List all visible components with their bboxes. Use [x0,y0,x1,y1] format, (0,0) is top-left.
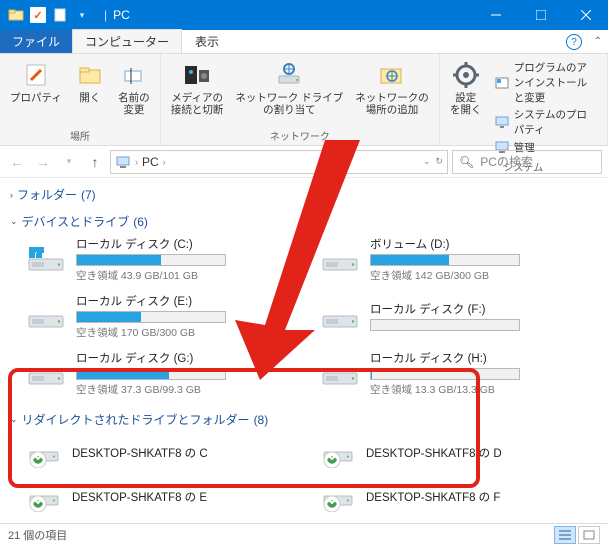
nav-up-button[interactable]: ↑ [84,151,106,173]
drive-name: ローカル ディスク (G:) [76,350,300,366]
drive-name: ローカル ディスク (C:) [76,236,300,252]
redirected-drive-name: DESKTOP-SHKATF8 の F [366,489,500,505]
redirected-drive-item[interactable]: DESKTOP-SHKATF8 の D [320,438,594,468]
drive-item[interactable]: ローカル ディスク (C:) 空き領域 43.9 GB/101 GB [26,236,300,283]
media-connect-button[interactable]: メディアの 接続と切断 [167,58,228,126]
open-settings-button[interactable]: 設定 を開く [446,58,486,118]
rename-button[interactable]: 名前の 変更 [114,58,154,126]
redirected-drive-name: DESKTOP-SHKATF8 の E [72,489,207,505]
chevron-down-icon: ⌄ [10,216,18,227]
tab-computer[interactable]: コンピューター [72,29,182,53]
redirected-drive-item[interactable]: DESKTOP-SHKATF8 の F [320,482,594,512]
redirected-drive-icon [26,482,62,512]
refresh-dropdown-icon[interactable]: ⌄ ↻ [423,156,443,167]
drive-name: ローカル ディスク (H:) [370,350,594,366]
group-network-label: ネットワーク [270,126,330,143]
group-devices[interactable]: ⌄ デバイスとドライブ (6) [8,207,600,234]
drive-free-space: 空き領域 170 GB/300 GB [76,325,300,340]
maximize-button[interactable] [518,0,563,30]
network-drive-button[interactable]: ネットワーク ドライブ の割り当て [231,58,347,126]
address-input[interactable]: › PC › ⌄ ↻ [110,150,448,174]
group-redirected[interactable]: ⌄ リダイレクトされたドライブとフォルダー (8) [8,405,600,432]
search-icon: 🔍︎ [459,155,474,169]
view-details-button[interactable] [554,526,576,544]
titlebar: ✓ ▾ | PC [0,0,608,30]
chevron-right-icon: › [10,190,13,200]
drive-icon [26,302,66,332]
drive-item[interactable]: ボリューム (D:) 空き領域 142 GB/300 GB [320,236,594,283]
minimize-button[interactable] [473,0,518,30]
qat-doc-icon[interactable] [52,7,68,23]
folder-icon [8,7,24,23]
uninstall-programs-button[interactable]: プログラムのアンインストールと変更 [494,60,597,105]
tab-view[interactable]: 表示 [182,29,232,53]
view-icons-button[interactable] [578,526,600,544]
drive-item[interactable]: ローカル ディスク (E:) 空き領域 170 GB/300 GB [26,293,300,340]
drive-name: ボリューム (D:) [370,236,594,252]
group-location-label: 場所 [70,126,90,143]
breadcrumb-pc[interactable]: PC [142,155,159,169]
ribbon: プロパティ 開く 名前の 変更 場所 メディアの 接続と切断 ネットワーク ドラ… [0,54,608,146]
ribbon-collapse-icon[interactable]: ⌃ [594,36,602,47]
drive-icon [26,245,66,275]
redirected-drive-item[interactable]: DESKTOP-SHKATF8 の C [26,438,300,468]
item-count: 21 個の項目 [8,527,67,543]
ribbon-tabs: ファイル コンピューター 表示 ⌃ ? [0,30,608,54]
add-network-location-button[interactable]: ネットワークの 場所の追加 [351,58,433,126]
search-input[interactable]: 🔍︎ PCの検索 [452,150,602,174]
property-button[interactable]: プロパティ [6,58,66,126]
pc-icon [115,154,131,170]
redirected-drive-name: DESKTOP-SHKATF8 の C [72,445,208,461]
drive-item[interactable]: ローカル ディスク (G:) 空き領域 37.3 GB/99.3 GB [26,350,300,397]
system-property-button[interactable]: システムのプロパティ [494,107,597,137]
drive-item[interactable]: ローカル ディスク (F:) [320,293,594,340]
close-button[interactable] [563,0,608,30]
drive-free-space: 空き領域 43.9 GB/101 GB [76,268,300,283]
nav-back-button[interactable]: ← [6,151,28,173]
tab-file[interactable]: ファイル [0,30,72,53]
drive-free-space: 空き領域 13.3 GB/13.3 GB [370,382,594,397]
redirected-drive-icon [320,482,356,512]
drive-name: ローカル ディスク (E:) [76,293,300,309]
nav-forward-button[interactable]: → [32,151,54,173]
content-pane: › フォルダー (7) ⌄ デバイスとドライブ (6) ローカル ディスク (C… [0,178,608,518]
status-bar: 21 個の項目 [0,523,608,545]
drive-icon [320,359,360,389]
redirected-drive-name: DESKTOP-SHKATF8 の D [366,445,502,461]
help-button[interactable]: ? [566,34,582,50]
chevron-down-icon: ⌄ [10,414,18,425]
redirected-drive-item[interactable]: DESKTOP-SHKATF8 の E [26,482,300,512]
drive-icon [26,359,66,389]
drive-icon [320,245,360,275]
qat-dropdown-icon[interactable]: ▾ [74,7,90,23]
group-folders[interactable]: › フォルダー (7) [8,180,600,207]
open-button[interactable]: 開く [70,58,110,126]
drive-item[interactable]: ローカル ディスク (H:) 空き領域 13.3 GB/13.3 GB [320,350,594,397]
redirected-drive-icon [320,438,356,468]
drive-free-space: 空き領域 37.3 GB/99.3 GB [76,382,300,397]
address-bar: ← → ▾ ↑ › PC › ⌄ ↻ 🔍︎ PCの検索 [0,146,608,178]
drive-free-space: 空き領域 142 GB/300 GB [370,268,594,283]
qat-checkbox-icon[interactable]: ✓ [30,7,46,23]
drive-icon [320,302,360,332]
drive-name: ローカル ディスク (F:) [370,301,594,317]
redirected-drive-icon [26,438,62,468]
window-title: PC [113,8,130,22]
nav-history-dropdown[interactable]: ▾ [58,151,80,173]
